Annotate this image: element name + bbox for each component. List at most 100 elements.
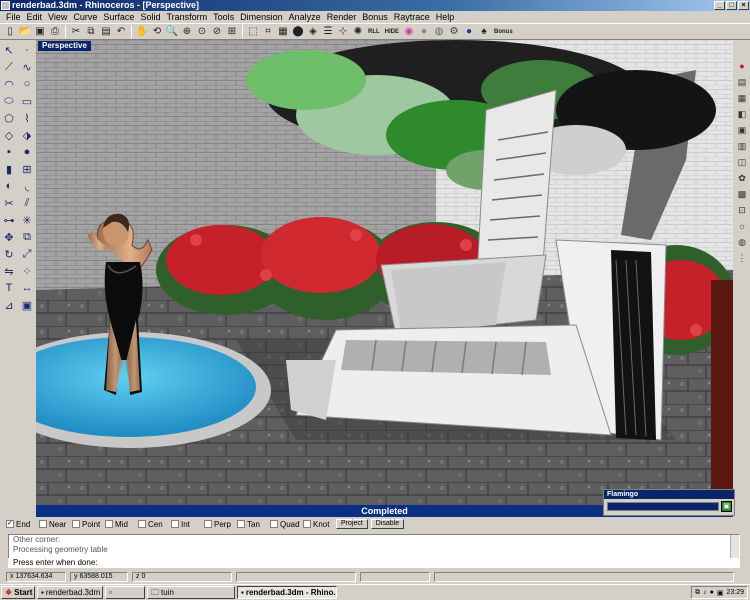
palette-sun-icon[interactable]: ☼ (736, 220, 748, 233)
checkbox-icon[interactable] (39, 520, 47, 528)
scale-icon[interactable]: ⤢ (19, 246, 35, 262)
save-icon[interactable]: ▣ (33, 25, 47, 39)
select-all-icon[interactable]: ⬚ (246, 25, 260, 39)
layer-icon[interactable]: ◈ (306, 25, 320, 39)
osnap-mid[interactable]: Mid (105, 520, 135, 529)
split-icon[interactable]: ⫽ (19, 195, 35, 211)
palette-layers-icon[interactable]: ▤ (736, 76, 748, 89)
mirror-icon[interactable]: ⇋ (1, 263, 17, 279)
material-icon[interactable]: ◍ (432, 25, 446, 39)
menu-dimension[interactable]: Dimension (237, 11, 286, 23)
point-icon[interactable]: · (19, 42, 35, 58)
mesh-icon[interactable]: ⊞ (19, 161, 35, 177)
menu-view[interactable]: View (45, 11, 70, 23)
print-icon[interactable]: ⎙ (48, 25, 62, 39)
checkbox-icon[interactable] (171, 520, 179, 528)
render-sphere-icon[interactable]: ● (417, 25, 431, 39)
tray-network-icon[interactable]: ⧉ (695, 589, 700, 597)
wireframe-icon[interactable]: ▦ (276, 25, 290, 39)
palette-camera-icon[interactable]: ◫ (736, 156, 748, 169)
status-snap-field[interactable] (360, 572, 430, 582)
rotate-view-icon[interactable]: ⟲ (150, 25, 164, 39)
join-icon[interactable]: ⊶ (1, 212, 17, 228)
checkbox-icon[interactable]: ✓ (6, 520, 14, 528)
curve-icon[interactable]: ∿ (19, 59, 35, 75)
taskbar-task-1[interactable]: ▪ renderbad.3dm - Rhin... (37, 586, 103, 599)
hide-button[interactable]: HIDE (383, 25, 401, 39)
osnap-cen[interactable]: Cen (138, 520, 168, 529)
copy-object-icon[interactable]: ⧉ (19, 229, 35, 245)
tray-volume-icon[interactable]: ♪ (703, 589, 707, 596)
osnap-project-button[interactable]: Project (336, 519, 368, 529)
rectangle-icon[interactable]: ▭ (19, 93, 35, 109)
boolean-icon[interactable]: ◐ (1, 178, 17, 194)
copy-icon[interactable]: ⧉ (84, 25, 98, 39)
palette-grid-icon[interactable]: ▦ (736, 92, 748, 105)
menu-file[interactable]: File (3, 11, 24, 23)
menu-solid[interactable]: Solid (137, 11, 163, 23)
taskbar-task-2[interactable]: ▫ (105, 586, 145, 599)
open-file-icon[interactable]: 📂 (18, 25, 32, 39)
color-wheel-icon[interactable]: ◉ (402, 25, 416, 39)
environment-icon[interactable]: ⚙ (447, 25, 461, 39)
explode-icon[interactable]: ✳ (19, 212, 35, 228)
trim-icon[interactable]: ✂ (1, 195, 17, 211)
checkbox-icon[interactable] (105, 520, 113, 528)
checkbox-icon[interactable] (204, 520, 212, 528)
ellipse-icon[interactable]: ⬭ (1, 93, 17, 109)
cut-icon[interactable]: ✂ (69, 25, 83, 39)
lights-icon[interactable]: ✺ (351, 25, 365, 39)
osnap-knot[interactable]: Knot (303, 520, 333, 529)
osnap-near[interactable]: Near (39, 520, 69, 529)
array-icon[interactable]: ⁘ (19, 263, 35, 279)
tray-app-icon[interactable]: ● (710, 589, 714, 596)
sphere-icon[interactable]: ● (19, 144, 35, 160)
surface-icon[interactable]: ◇ (1, 127, 17, 143)
title-bar[interactable]: renderbad.3dm - Rhinoceros - [Perspectiv… (0, 0, 750, 11)
osnap-toggle-icon[interactable]: ⊹ (336, 25, 350, 39)
osnap-perp[interactable]: Perp (204, 520, 234, 529)
palette-texture-icon[interactable]: ▩ (736, 188, 748, 201)
freeform-icon[interactable]: ⌇ (19, 110, 35, 126)
tray-clock[interactable]: 23:29 (726, 589, 744, 596)
command-prompt[interactable]: Press enter when done: (8, 558, 740, 568)
shade-icon[interactable]: ⬤ (291, 25, 305, 39)
status-layer-field[interactable] (236, 572, 356, 582)
flamingo-render-icon[interactable]: ▣ (721, 501, 732, 512)
menu-curve[interactable]: Curve (70, 11, 100, 23)
pan-icon[interactable]: ✋ (135, 25, 149, 39)
palette-material-icon[interactable]: ◧ (736, 108, 748, 121)
palette-plant-icon[interactable]: ✿ (736, 172, 748, 185)
tray-monitor-icon[interactable]: ▣ (717, 589, 724, 597)
bonus-button[interactable]: Bonus (492, 25, 515, 39)
rhino-app-icon[interactable] (1, 1, 10, 10)
menu-transform[interactable]: Transform (163, 11, 210, 23)
palette-scroll-icon[interactable]: ⋮ (736, 252, 748, 265)
osnap-int[interactable]: Int (171, 520, 201, 529)
checkbox-icon[interactable] (72, 520, 80, 528)
rll-button[interactable]: RLL (366, 25, 382, 39)
palette-color-icon[interactable]: ● (736, 60, 748, 73)
text-icon[interactable]: T (1, 280, 17, 296)
undo-icon[interactable]: ↶ (114, 25, 128, 39)
light-bulb-icon[interactable]: ♠ (477, 25, 491, 39)
raytrace-icon[interactable]: ● (462, 25, 476, 39)
checkbox-icon[interactable] (270, 520, 278, 528)
rotate-icon[interactable]: ↻ (1, 246, 17, 262)
menu-tools[interactable]: Tools (210, 11, 237, 23)
close-button[interactable]: × (738, 1, 749, 10)
palette-decal-icon[interactable]: ⊡ (736, 204, 748, 217)
start-button[interactable]: ❖ Start (1, 586, 35, 599)
move-icon[interactable]: ✥ (1, 229, 17, 245)
menu-help[interactable]: Help (433, 11, 458, 23)
osnap-disable-button[interactable]: Disable (370, 519, 405, 529)
analyze-icon[interactable]: ⊿ (1, 297, 17, 313)
palette-render-icon[interactable]: ▥ (736, 140, 748, 153)
osnap-point[interactable]: Point (72, 520, 102, 529)
checkbox-icon[interactable] (138, 520, 146, 528)
flamingo-render-window[interactable]: Flamingo ▣ (603, 489, 735, 516)
loft-icon[interactable]: ⬗ (19, 127, 35, 143)
zoom-window-icon[interactable]: ⊕ (180, 25, 194, 39)
menu-render[interactable]: Render (324, 11, 360, 23)
box-icon[interactable]: ▪ (1, 144, 17, 160)
